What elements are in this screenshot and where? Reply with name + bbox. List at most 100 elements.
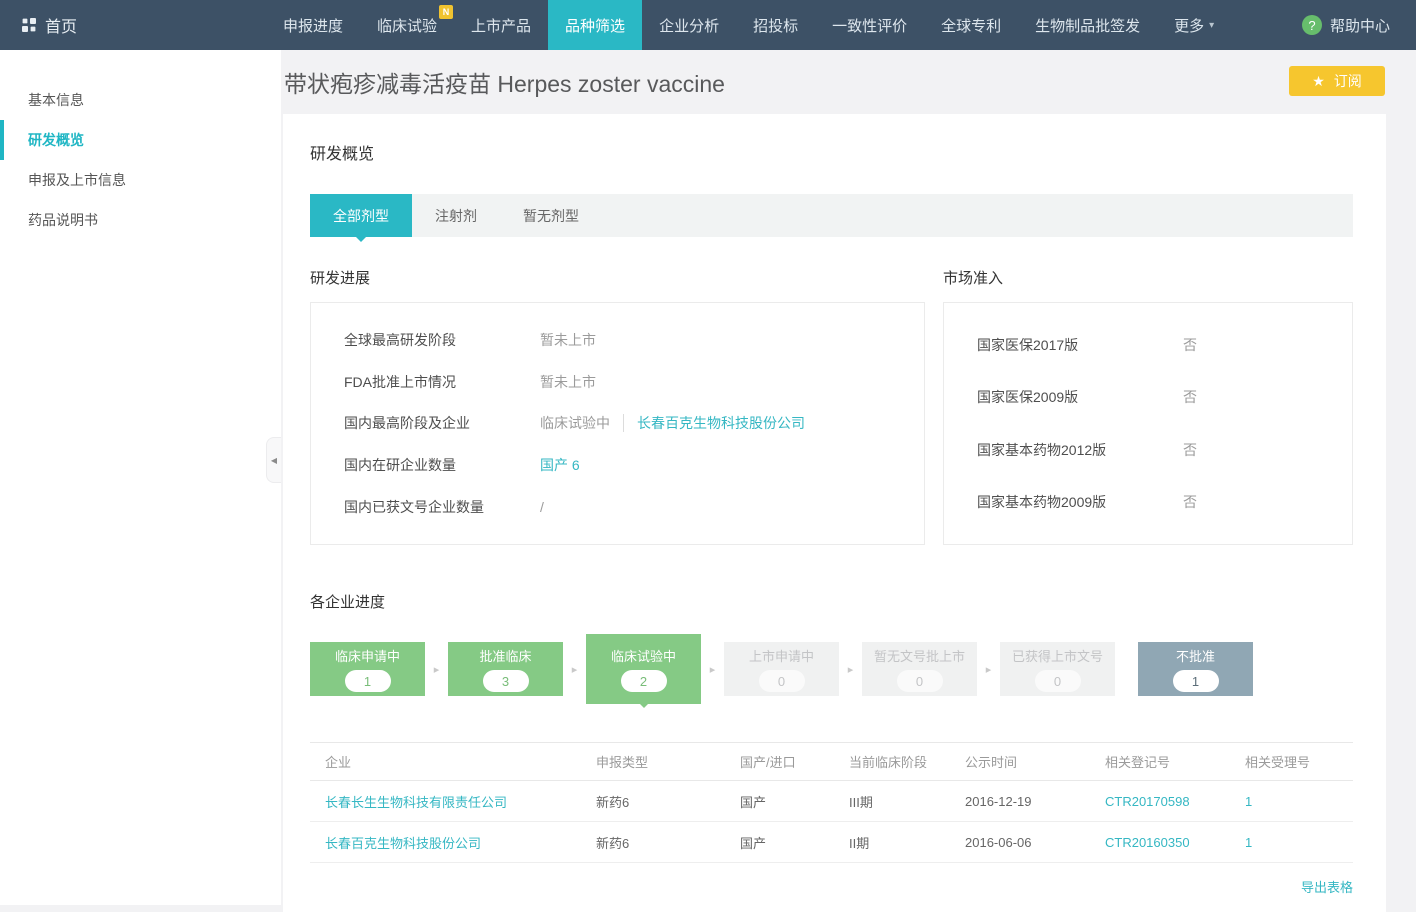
rnd-progress-title: 研发进展	[310, 267, 925, 288]
vertical-divider	[623, 414, 624, 432]
col-header-origin: 国产/进口	[725, 743, 834, 781]
overview-card: 研发概览 全部剂型 注射剂 暂无剂型 研发进展 全球最高研发阶段 暂未上市	[283, 114, 1386, 912]
market-access-title: 市场准入	[943, 267, 1353, 288]
acceptance-no-link[interactable]: 1	[1245, 794, 1252, 809]
sidebar-item-basic-info[interactable]: 基本信息	[0, 80, 281, 120]
subscribe-label: 订阅	[1334, 71, 1362, 91]
company-link[interactable]: 长春长生生物科技有限责任公司	[325, 795, 507, 810]
nav-item-bidding[interactable]: 招投标	[736, 0, 815, 50]
cell-origin: 国产	[725, 781, 834, 822]
stage-clinical-trial-ongoing[interactable]: 临床试验中 2	[586, 634, 701, 704]
home-grid-icon	[22, 18, 36, 32]
help-center-label: 帮助中心	[1330, 15, 1390, 36]
nav-home-label: 首页	[45, 13, 77, 37]
cell-clinical-phase: II期	[834, 822, 950, 863]
sidebar-collapse-toggle[interactable]: ◀	[266, 437, 281, 483]
nav-item-marketed-products[interactable]: 上市产品	[454, 0, 548, 50]
help-center-button[interactable]: ? 帮助中心	[1276, 0, 1416, 50]
tab-injection[interactable]: 注射剂	[412, 194, 500, 237]
rnd-row-domestic-stage: 国内最高阶段及企业 临床试验中 长春百克生物科技股份公司	[311, 413, 924, 433]
market-row-nrdl-2017: 国家医保2017版 否	[944, 335, 1352, 355]
market-access-section: 市场准入 国家医保2017版 否 国家医保2009版 否 国家基本药物2012版	[943, 267, 1353, 545]
registration-no-link[interactable]: CTR20160350	[1105, 835, 1190, 850]
stage-count: 1	[1173, 670, 1219, 692]
cell-origin: 国产	[725, 822, 834, 863]
market-row-eml-2009: 国家基本药物2009版 否	[944, 492, 1352, 512]
top-company-link[interactable]: 长春百克生物科技股份公司	[637, 413, 805, 433]
stage-count: 0	[897, 670, 943, 692]
nav-item-more[interactable]: 更多▾	[1157, 0, 1231, 50]
stage-not-approved[interactable]: 不批准 1	[1138, 642, 1253, 696]
stage-pipeline: 临床申请中 1 ▸ 批准临床 3 ▸ 临床试验中 2 ▸ 上市申请中 0	[310, 632, 1353, 706]
stage-count: 0	[1035, 670, 1081, 692]
stage-market-applying[interactable]: 上市申请中 0	[724, 642, 839, 696]
acceptance-no-link[interactable]: 1	[1245, 835, 1252, 850]
new-badge: N	[439, 5, 453, 19]
company-progress-title: 各企业进度	[310, 591, 1353, 612]
subscribe-button[interactable]: ★ 订阅	[1289, 66, 1385, 96]
stage-count: 1	[345, 670, 391, 692]
export-table-link[interactable]: 导出表格	[1301, 880, 1353, 895]
tab-no-dosage-form[interactable]: 暂无剂型	[500, 194, 602, 237]
top-nav: 首页 申报进度 临床试验N 上市产品 品种筛选 企业分析 招投标 一致性评价 全…	[0, 0, 1416, 50]
table-row: 长春长生生物科技有限责任公司 新药6 国产 III期 2016-12-19 CT…	[310, 781, 1353, 822]
col-header-registration-no: 相关登记号	[1090, 743, 1230, 781]
cell-declaration-type: 新药6	[581, 781, 725, 822]
nav-item-biologics-batch-release[interactable]: 生物制品批签发	[1018, 0, 1157, 50]
sidebar-item-drug-instructions[interactable]: 药品说明书	[0, 200, 281, 240]
cell-declaration-type: 新药6	[581, 822, 725, 863]
table-row: 长春百克生物科技股份公司 新药6 国产 II期 2016-06-06 CTR20…	[310, 822, 1353, 863]
market-row-nrdl-2009: 国家医保2009版 否	[944, 387, 1352, 407]
nav-home[interactable]: 首页	[0, 0, 266, 50]
rnd-progress-section: 研发进展 全球最高研发阶段 暂未上市 FDA批准上市情况 暂未上市 国内最高阶段…	[310, 267, 925, 545]
stage-arrow-icon: ▸	[977, 663, 1000, 676]
stage-clinical-applying[interactable]: 临床申请中 1	[310, 642, 425, 696]
nav-item-enterprise-analysis[interactable]: 企业分析	[642, 0, 736, 50]
companies-table: 企业 申报类型 国产/进口 当前临床阶段 公示时间 相关登记号 相关受理号 长春…	[310, 742, 1353, 863]
stage-clinical-approved[interactable]: 批准临床 3	[448, 642, 563, 696]
col-header-clinical-phase: 当前临床阶段	[834, 743, 950, 781]
col-header-acceptance-no: 相关受理号	[1230, 743, 1353, 781]
market-access-box: 国家医保2017版 否 国家医保2009版 否 国家基本药物2012版 否	[943, 302, 1353, 545]
col-header-declaration-type: 申报类型	[581, 743, 725, 781]
col-header-publicity-date: 公示时间	[950, 743, 1090, 781]
table-header-row: 企业 申报类型 国产/进口 当前临床阶段 公示时间 相关登记号 相关受理号	[310, 743, 1353, 781]
rnd-row-fda-status: FDA批准上市情况 暂未上市	[311, 372, 924, 392]
stage-arrow-icon: ▸	[701, 663, 724, 676]
rnd-row-global-stage: 全球最高研发阶段 暂未上市	[311, 330, 924, 350]
stage-arrow-icon: ▸	[839, 663, 862, 676]
stage-count: 2	[621, 670, 667, 692]
stage-license-obtained[interactable]: 已获得上市文号 0	[1000, 642, 1115, 696]
chevron-down-icon: ▾	[1209, 20, 1214, 31]
dosage-form-tabs: 全部剂型 注射剂 暂无剂型	[310, 194, 1353, 237]
col-header-company: 企业	[310, 743, 581, 781]
cell-publicity-date: 2016-06-06	[950, 822, 1090, 863]
rnd-progress-box: 全球最高研发阶段 暂未上市 FDA批准上市情况 暂未上市 国内最高阶段及企业 临…	[310, 302, 925, 545]
company-link[interactable]: 长春百克生物科技股份公司	[325, 836, 481, 851]
cell-publicity-date: 2016-12-19	[950, 781, 1090, 822]
nav-item-clinical-trials[interactable]: 临床试验N	[360, 0, 454, 50]
stage-count: 0	[759, 670, 805, 692]
stage-arrow-icon: ▸	[563, 663, 586, 676]
stage-approved-no-license[interactable]: 暂无文号批上市 0	[862, 642, 977, 696]
nav-item-variety-screening[interactable]: 品种筛选	[548, 0, 642, 50]
domestic-count-link[interactable]: 国产 6	[540, 455, 580, 475]
rnd-row-licensed-company-count: 国内已获文号企业数量 /	[311, 497, 924, 517]
nav-menu: 申报进度 临床试验N 上市产品 品种筛选 企业分析 招投标 一致性评价 全球专利…	[266, 0, 1231, 50]
registration-no-link[interactable]: CTR20170598	[1105, 794, 1190, 809]
page-title: 带状疱疹减毒活疫苗 Herpes zoster vaccine	[284, 65, 725, 99]
stage-count: 3	[483, 670, 529, 692]
market-row-eml-2012: 国家基本药物2012版 否	[944, 440, 1352, 460]
collapse-arrow-icon: ◀	[271, 456, 277, 465]
sidebar-item-rnd-overview[interactable]: 研发概览	[0, 120, 281, 160]
cell-clinical-phase: III期	[834, 781, 950, 822]
sidebar-item-declaration-market-info[interactable]: 申报及上市信息	[0, 160, 281, 200]
nav-item-consistency-evaluation[interactable]: 一致性评价	[815, 0, 924, 50]
tab-all-dosage-forms[interactable]: 全部剂型	[310, 194, 412, 237]
nav-item-declaration-progress[interactable]: 申报进度	[266, 0, 360, 50]
left-sidebar: 基本信息 研发概览 申报及上市信息 药品说明书	[0, 50, 281, 905]
star-icon: ★	[1312, 73, 1325, 90]
nav-item-global-patents[interactable]: 全球专利	[924, 0, 1018, 50]
overview-title: 研发概览	[310, 140, 1353, 164]
rnd-row-domestic-company-count: 国内在研企业数量 国产 6	[311, 455, 924, 475]
